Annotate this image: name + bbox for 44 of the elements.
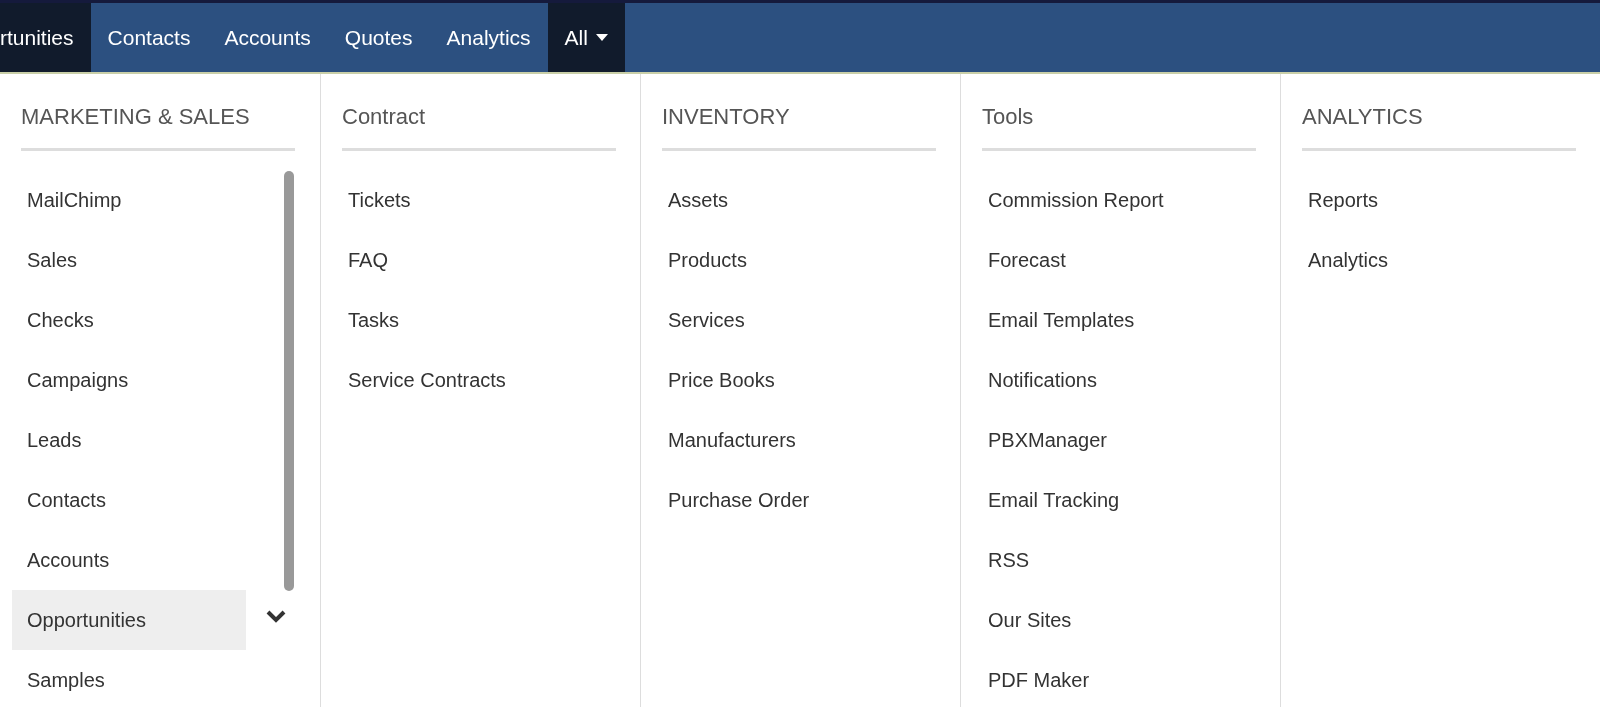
menu-item[interactable]: Sales	[12, 230, 246, 290]
menu-item[interactable]: Notifications	[973, 350, 1207, 410]
column-heading: ANALYTICS	[1302, 104, 1576, 151]
menu-item[interactable]: Email Tracking	[973, 470, 1207, 530]
menu-item[interactable]: PBXManager	[973, 410, 1207, 470]
menu-item[interactable]: PDF Maker	[973, 650, 1207, 707]
menu-item[interactable]: Products	[653, 230, 887, 290]
menu-item[interactable]: Our Sites	[973, 590, 1207, 650]
nav-tab[interactable]: Quotes	[327, 3, 430, 72]
menu-item[interactable]: Email Templates	[973, 290, 1207, 350]
caret-icon	[595, 34, 608, 41]
menu-item[interactable]: Assets	[653, 170, 887, 230]
nav-tab[interactable]: Contacts	[90, 3, 208, 72]
column-heading: INVENTORY	[662, 104, 936, 151]
menu-item[interactable]: Accounts	[12, 530, 246, 590]
menu-item[interactable]: Purchase Order	[653, 470, 887, 530]
scrollbar-thumb[interactable]	[284, 171, 294, 591]
menu-item[interactable]: Forecast	[973, 230, 1207, 290]
nav-tab[interactable]: All	[547, 3, 625, 72]
nav-tab[interactable]: rtunities	[0, 3, 91, 72]
column-heading: MARKETING & SALES	[21, 104, 295, 151]
menu-item[interactable]: Samples	[12, 650, 246, 707]
nav-tab[interactable]: Accounts	[207, 3, 328, 72]
menu-item[interactable]: Campaigns	[12, 350, 246, 410]
menu-item[interactable]: Tasks	[333, 290, 567, 350]
column-heading: Contract	[342, 104, 616, 151]
menu-item[interactable]: Price Books	[653, 350, 887, 410]
menu-item[interactable]: Opportunities	[12, 590, 246, 650]
menu-item[interactable]: Contacts	[12, 470, 246, 530]
menu-item[interactable]: MailChimp	[12, 170, 246, 230]
menu-item[interactable]: Service Contracts	[333, 350, 567, 410]
menu-item[interactable]: Manufacturers	[653, 410, 887, 470]
menu-item[interactable]: Services	[653, 290, 887, 350]
menu-item[interactable]: RSS	[973, 530, 1207, 590]
menu-item[interactable]: Analytics	[1293, 230, 1527, 290]
column-heading: Tools	[982, 104, 1256, 151]
menu-item[interactable]: Reports	[1293, 170, 1527, 230]
chevron-down-icon[interactable]	[266, 610, 286, 623]
menu-item[interactable]: Tickets	[333, 170, 567, 230]
menu-item[interactable]: Commission Report	[973, 170, 1207, 230]
menu-item[interactable]: Leads	[12, 410, 246, 470]
menu-item[interactable]: Checks	[12, 290, 246, 350]
nav-tab[interactable]: Analytics	[429, 3, 548, 72]
menu-item[interactable]: FAQ	[333, 230, 567, 290]
